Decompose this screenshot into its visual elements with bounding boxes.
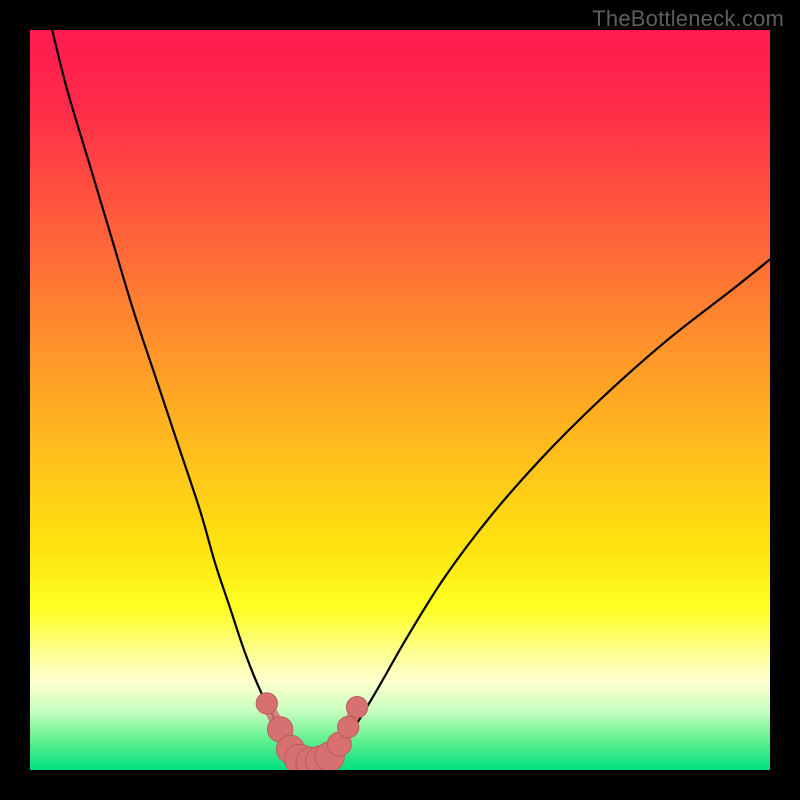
bottleneck-chart [30,30,770,770]
marker-dot [346,696,367,717]
gradient-background [30,30,770,770]
chart-frame: TheBottleneck.com [0,0,800,800]
watermark-text: TheBottleneck.com [592,6,784,32]
marker-dot [338,716,359,737]
marker-dot [256,693,277,714]
